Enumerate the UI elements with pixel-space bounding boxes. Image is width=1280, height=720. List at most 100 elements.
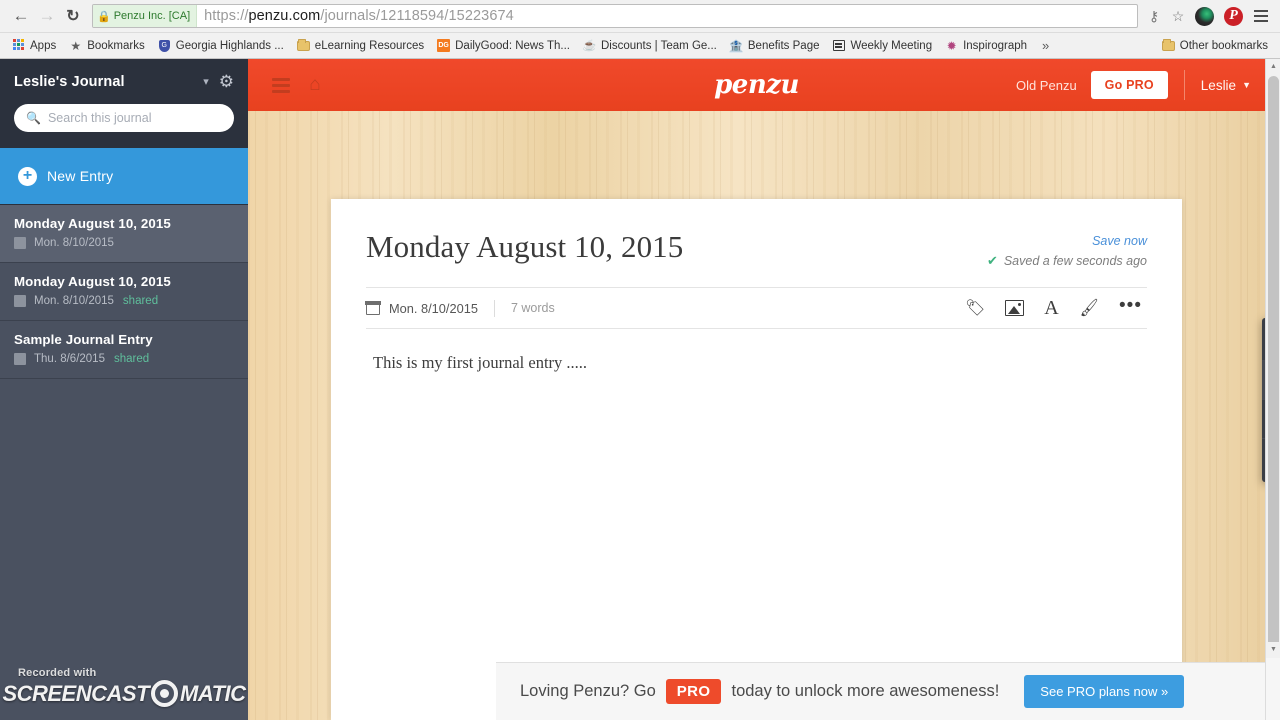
page-title[interactable]: Monday August 10, 2015 xyxy=(366,229,987,265)
forward-button[interactable]: → xyxy=(34,3,60,29)
journal-entry-paper: Monday August 10, 2015 Save now ✔ Saved … xyxy=(331,199,1182,720)
bookmark-georgia-highlands[interactable]: G Georgia Highlands ... xyxy=(152,37,290,54)
entry-title: Sample Journal Entry xyxy=(14,332,153,347)
entry-title: Monday August 10, 2015 xyxy=(14,216,171,231)
brush-icon[interactable]: 🖌 xyxy=(1078,297,1100,319)
pinterest-icon[interactable]: P xyxy=(1224,6,1243,26)
font-icon[interactable]: A xyxy=(1044,298,1058,318)
journal-main-area: ⌂ penzu Old Penzu Go PRO Leslie ▼ Monday… xyxy=(248,59,1265,720)
key-icon[interactable]: ⚷ xyxy=(1142,3,1166,29)
entry-meta-info: Mon. 8/10/2015 7 words xyxy=(365,299,965,317)
spirograph-icon: ✹ xyxy=(946,38,957,53)
new-entry-button[interactable]: + New Entry xyxy=(0,148,248,205)
menu-item-print[interactable]: Print... xyxy=(1262,400,1265,439)
scroll-down-button[interactable]: ▼ xyxy=(1266,642,1280,657)
word-count-label: 7 words xyxy=(510,301,555,315)
list-item[interactable]: Monday August 10, 2015 Mon. 8/10/2015 sh… xyxy=(0,263,248,321)
entry-thumbnail-icon xyxy=(14,295,26,307)
entry-options-menu: ➜ Move... Share... Print... Delete... xyxy=(1262,318,1265,482)
menu-item-share[interactable]: Share... xyxy=(1262,361,1265,400)
bookmark-discounts[interactable]: ☕ Discounts | Team Ge... xyxy=(577,37,723,54)
bookmark-star-icon[interactable]: ☆ xyxy=(1166,3,1190,29)
watermark-recorded-label: Recorded with xyxy=(18,667,97,679)
penzu-app-header: ⌂ penzu Old Penzu Go PRO Leslie ▼ xyxy=(248,59,1265,111)
page-viewport: Leslie's Journal ▾ ⚙ 🔍 + New Entry Monda… xyxy=(0,59,1280,720)
bookmarks-overflow-button[interactable]: » xyxy=(1034,36,1057,55)
browser-toolbar: ← → ↻ 🔒 Penzu Inc. [CA] https://penzu.co… xyxy=(0,0,1280,32)
bookmark-inspirograph[interactable]: ✹ Inspirograph xyxy=(939,37,1033,54)
url-host: penzu.com xyxy=(248,8,321,24)
list-item[interactable]: Monday August 10, 2015 Mon. 8/10/2015 xyxy=(0,205,248,263)
menu-item-move[interactable]: ➜ Move... xyxy=(1262,322,1265,361)
entry-title: Monday August 10, 2015 xyxy=(14,274,171,289)
gear-icon[interactable]: ⚙ xyxy=(219,73,234,90)
back-arrow-icon: ← xyxy=(12,6,30,25)
scrollbar-track-bottom[interactable] xyxy=(1266,658,1280,720)
see-pro-plans-button[interactable]: See PRO plans now » xyxy=(1024,675,1185,708)
pro-badge: PRO xyxy=(665,679,722,704)
entry-meta: Mon. 8/10/2015 shared xyxy=(14,295,234,307)
bookmark-label: eLearning Resources xyxy=(314,39,425,52)
browser-extensions: ⚷ ☆ P xyxy=(1142,3,1272,29)
old-penzu-link[interactable]: Old Penzu xyxy=(1016,78,1077,93)
chevron-down-icon[interactable]: ▾ xyxy=(199,75,219,88)
journal-title-row: Leslie's Journal ▾ ⚙ xyxy=(14,73,234,90)
shield-icon: G xyxy=(158,39,171,52)
search-box[interactable]: 🔍 xyxy=(14,104,234,132)
lock-icon: 🔒 xyxy=(97,10,111,23)
entry-meta: Mon. 8/10/2015 xyxy=(14,237,234,249)
folder-icon xyxy=(1161,38,1175,52)
journal-sidebar: Leslie's Journal ▾ ⚙ 🔍 + New Entry Monda… xyxy=(0,59,248,720)
bookmark-label: Inspirograph xyxy=(963,39,1028,52)
ssl-label: Penzu Inc. [CA] xyxy=(113,10,191,22)
extension-icon-dark[interactable] xyxy=(1195,6,1214,26)
back-button[interactable]: ← xyxy=(8,3,34,29)
bookmarks-bar: Apps ★ Bookmarks G Georgia Highlands ...… xyxy=(0,32,1280,58)
more-options-icon[interactable]: ••• xyxy=(1119,296,1142,321)
watermark-ring-icon xyxy=(151,680,179,707)
bookmark-benefits-page[interactable]: 🏦 Benefits Page xyxy=(724,37,826,54)
check-icon: ✔ xyxy=(986,253,998,268)
new-entry-label: New Entry xyxy=(47,168,114,184)
url-path: /journals/12118594/15223674 xyxy=(320,8,514,24)
other-bookmarks-folder[interactable]: Other bookmarks xyxy=(1156,37,1274,54)
saved-status-label: Saved a few seconds ago xyxy=(1003,254,1147,268)
user-menu-label: Leslie xyxy=(1200,77,1237,93)
journal-entry-content: Monday August 10, 2015 Save now ✔ Saved … xyxy=(331,199,1182,373)
apps-grid-icon xyxy=(12,39,25,52)
menu-item-delete[interactable]: Delete... xyxy=(1262,439,1265,478)
entry-header: Monday August 10, 2015 Save now ✔ Saved … xyxy=(366,229,1147,269)
chrome-menu-icon[interactable] xyxy=(1250,3,1272,29)
entry-toolbar: Mon. 8/10/2015 7 words 🏷 A 🖌 ••• xyxy=(365,287,1147,329)
plus-icon: + xyxy=(18,166,37,186)
page-scrollbar[interactable]: ▲ ▼ xyxy=(1265,59,1280,720)
reload-button[interactable]: ↻ xyxy=(60,3,86,29)
journal-title: Leslie's Journal xyxy=(14,73,125,90)
calendar-icon[interactable] xyxy=(365,300,381,315)
bookmark-dailygood[interactable]: DG DailyGood: News Th... xyxy=(431,37,576,54)
pro-promo-banner: Loving Penzu? Go PRO today to unlock mor… xyxy=(496,662,1265,720)
image-icon[interactable] xyxy=(1005,300,1025,316)
tag-icon[interactable]: 🏷 xyxy=(965,298,985,318)
bookmark-label: Georgia Highlands ... xyxy=(175,39,284,52)
search-input[interactable] xyxy=(47,111,222,125)
home-icon[interactable]: ⌂ xyxy=(298,68,332,102)
entry-body-text[interactable]: This is my first journal entry ..... xyxy=(366,353,1147,373)
save-status-area: Save now ✔ Saved a few seconds ago xyxy=(987,229,1147,269)
bookmark-apps[interactable]: Apps xyxy=(6,37,62,54)
ssl-certificate-badge[interactable]: 🔒 Penzu Inc. [CA] xyxy=(93,5,198,27)
scrollbar-thumb[interactable] xyxy=(1268,76,1279,652)
bookmark-label: Bookmarks xyxy=(87,39,145,52)
save-now-link[interactable]: Save now xyxy=(987,234,1147,248)
list-item[interactable]: Sample Journal Entry Thu. 8/6/2015 share… xyxy=(0,321,248,379)
entry-tool-icons: 🏷 A 🖌 ••• xyxy=(965,296,1147,321)
menu-icon[interactable] xyxy=(264,68,298,102)
bookmark-bookmarks[interactable]: ★ Bookmarks xyxy=(63,37,151,54)
bookmark-elearning-resources[interactable]: eLearning Resources xyxy=(291,37,430,54)
go-pro-button[interactable]: Go PRO xyxy=(1090,71,1168,99)
scroll-up-button[interactable]: ▲ xyxy=(1266,59,1280,74)
entry-date-label[interactable]: Mon. 8/10/2015 xyxy=(389,301,478,316)
address-bar[interactable]: 🔒 Penzu Inc. [CA] https://penzu.com/jour… xyxy=(92,4,1138,28)
bookmark-weekly-meeting[interactable]: Weekly Meeting xyxy=(826,37,938,54)
user-menu[interactable]: Leslie ▼ xyxy=(1201,78,1251,93)
